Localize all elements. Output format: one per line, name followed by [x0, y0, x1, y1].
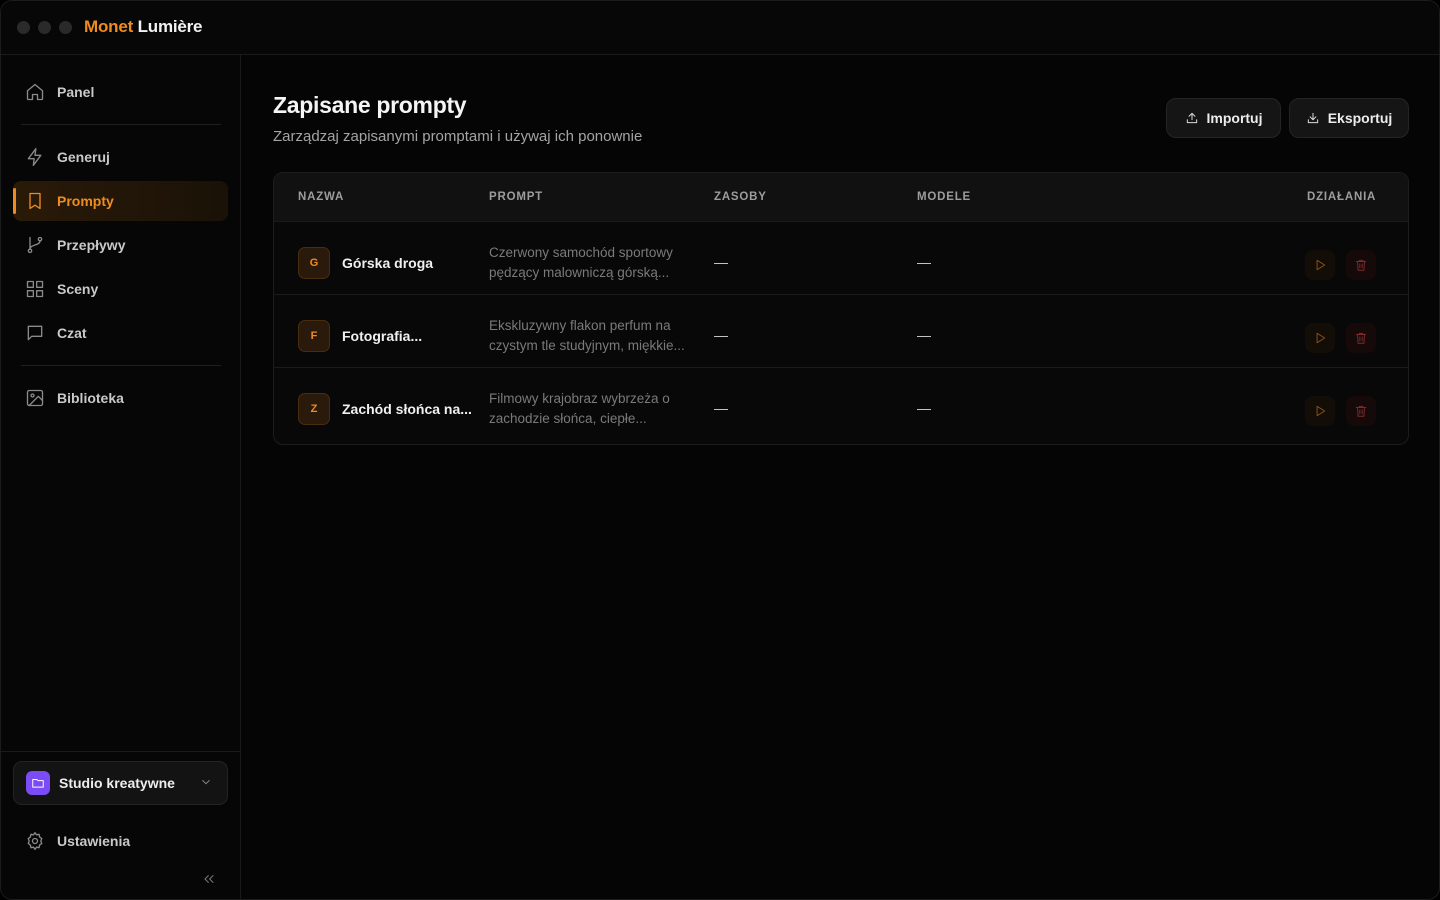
home-icon	[25, 82, 45, 102]
import-label: Importuj	[1206, 110, 1263, 126]
prompt-text-line: Filmowy krajobraz wybrzeża o	[489, 391, 670, 406]
sidebar-item-label: Czat	[57, 325, 87, 341]
page-title: Zapisane prompty	[273, 92, 467, 118]
sidebar-item-biblioteka[interactable]: Biblioteka	[13, 378, 228, 418]
workspace-label: Studio kreatywne	[59, 775, 175, 791]
prompt-name: Górska droga	[342, 255, 434, 271]
prompt-avatar: F	[298, 320, 330, 352]
app-window: Monet Lumière Panel Generuj Prompty Prze…	[0, 0, 1440, 900]
sidebar-item-przeplywy[interactable]: Przepływy	[13, 225, 228, 265]
sidebar-item-label: Panel	[57, 84, 95, 100]
import-button[interactable]: Importuj	[1166, 98, 1281, 138]
run-prompt-button[interactable]	[1305, 323, 1335, 353]
close-window-button[interactable]	[17, 21, 30, 34]
download-icon	[1307, 112, 1318, 124]
sidebar-item-label: Generuj	[57, 149, 110, 165]
sidebar-item-generuj[interactable]: Generuj	[13, 137, 228, 177]
sidebar-item-label: Prompty	[57, 193, 114, 209]
column-header-actions: DZIAŁANIA	[1307, 191, 1377, 203]
image-icon	[25, 388, 45, 408]
run-prompt-button[interactable]	[1305, 396, 1335, 426]
folder-icon	[26, 771, 50, 795]
column-header-name[interactable]: NAZWA	[298, 191, 344, 203]
prompt-text-line: czystym tle studyjnym, miękkie...	[489, 338, 685, 353]
play-icon	[1316, 405, 1326, 417]
trash-icon	[1355, 259, 1367, 271]
column-header-models[interactable]: MODELE	[917, 191, 971, 203]
minimize-window-button[interactable]	[38, 21, 51, 34]
bookmark-icon	[25, 191, 45, 211]
sidebar-item-settings[interactable]: Ustawienia	[13, 821, 228, 861]
trash-icon	[1355, 332, 1367, 344]
chevron-down-icon	[199, 775, 215, 791]
sidebar-divider	[21, 365, 221, 366]
table-row[interactable]: F Fotografia... Ekskluzywny flakon perfu…	[274, 294, 1408, 367]
lightning-icon	[25, 147, 45, 167]
prompt-name: Fotografia...	[342, 328, 423, 344]
prompt-models: —	[917, 254, 931, 270]
run-prompt-button[interactable]	[1305, 250, 1335, 280]
sidebar-item-label: Sceny	[57, 281, 99, 297]
sidebar-divider	[21, 124, 221, 125]
play-icon	[1316, 259, 1326, 271]
prompts-table: NAZWA PROMPT ZASOBY MODELE DZIAŁANIA G G…	[273, 172, 1409, 445]
table-row[interactable]: Z Zachód słońca na... Filmowy krajobraz …	[274, 367, 1408, 440]
prompt-models: —	[917, 400, 931, 416]
grid-icon	[25, 279, 45, 299]
sidebar: Panel Generuj Prompty Przepływy Sceny Cz…	[1, 55, 241, 899]
collapse-sidebar-button[interactable]	[201, 871, 219, 887]
maximize-window-button[interactable]	[59, 21, 72, 34]
page-subtitle: Zarządzaj zapisanymi promptami i używaj …	[273, 128, 643, 145]
prompt-text-line: Ekskluzywny flakon perfum na	[489, 318, 671, 333]
table-row[interactable]: G Górska droga Czerwony samochód sportow…	[274, 221, 1408, 294]
sidebar-item-panel[interactable]: Panel	[13, 72, 228, 112]
prompt-text-line: zachodzie słońca, ciepłe...	[489, 411, 647, 426]
logo-part-2: Lumière	[137, 17, 203, 36]
git-branch-icon	[25, 235, 45, 255]
table-header: NAZWA PROMPT ZASOBY MODELE DZIAŁANIA	[274, 173, 1408, 221]
main-content: Zapisane prompty Zarządzaj zapisanymi pr…	[242, 56, 1439, 899]
logo-part-1: Monet	[84, 17, 134, 36]
gear-icon	[25, 831, 45, 851]
chat-icon	[25, 323, 45, 343]
delete-prompt-button[interactable]	[1346, 250, 1376, 280]
prompt-assets: —	[714, 327, 728, 343]
column-header-assets[interactable]: ZASOBY	[714, 191, 767, 203]
delete-prompt-button[interactable]	[1346, 323, 1376, 353]
prompt-text: Filmowy krajobraz wybrzeża o zachodzie s…	[489, 389, 694, 429]
chevrons-left-icon	[204, 875, 214, 883]
workspace-selector[interactable]: Studio kreatywne	[13, 761, 228, 805]
prompt-assets: —	[714, 400, 728, 416]
sidebar-item-sceny[interactable]: Sceny	[13, 269, 228, 309]
export-label: Eksportuj	[1327, 110, 1393, 126]
prompt-assets: —	[714, 254, 728, 270]
sidebar-item-label: Przepływy	[57, 237, 126, 253]
window-controls	[17, 21, 72, 34]
upload-icon	[1186, 112, 1197, 124]
trash-icon	[1355, 405, 1367, 417]
sidebar-item-label: Ustawienia	[57, 833, 131, 849]
column-header-prompt[interactable]: PROMPT	[489, 191, 543, 203]
play-icon	[1316, 332, 1326, 344]
export-button[interactable]: Eksportuj	[1289, 98, 1409, 138]
prompt-text: Czerwony samochód sportowy pędzący malow…	[489, 243, 694, 283]
prompt-text: Ekskluzywny flakon perfum na czystym tle…	[489, 316, 694, 356]
sidebar-bottom-divider	[1, 751, 241, 752]
title-bar: Monet Lumière	[1, 1, 1439, 55]
sidebar-item-prompty[interactable]: Prompty	[13, 181, 228, 221]
prompt-avatar: G	[298, 247, 330, 279]
prompt-avatar: Z	[298, 393, 330, 425]
sidebar-item-czat[interactable]: Czat	[13, 313, 228, 353]
prompt-text-line: pędzący malowniczą górską...	[489, 265, 670, 280]
prompt-text-line: Czerwony samochód sportowy	[489, 245, 673, 260]
prompt-models: —	[917, 327, 931, 343]
sidebar-item-label: Biblioteka	[57, 390, 124, 406]
app-logo: Monet Lumière	[84, 17, 203, 37]
prompt-name: Zachód słońca na...	[342, 401, 472, 417]
delete-prompt-button[interactable]	[1346, 396, 1376, 426]
